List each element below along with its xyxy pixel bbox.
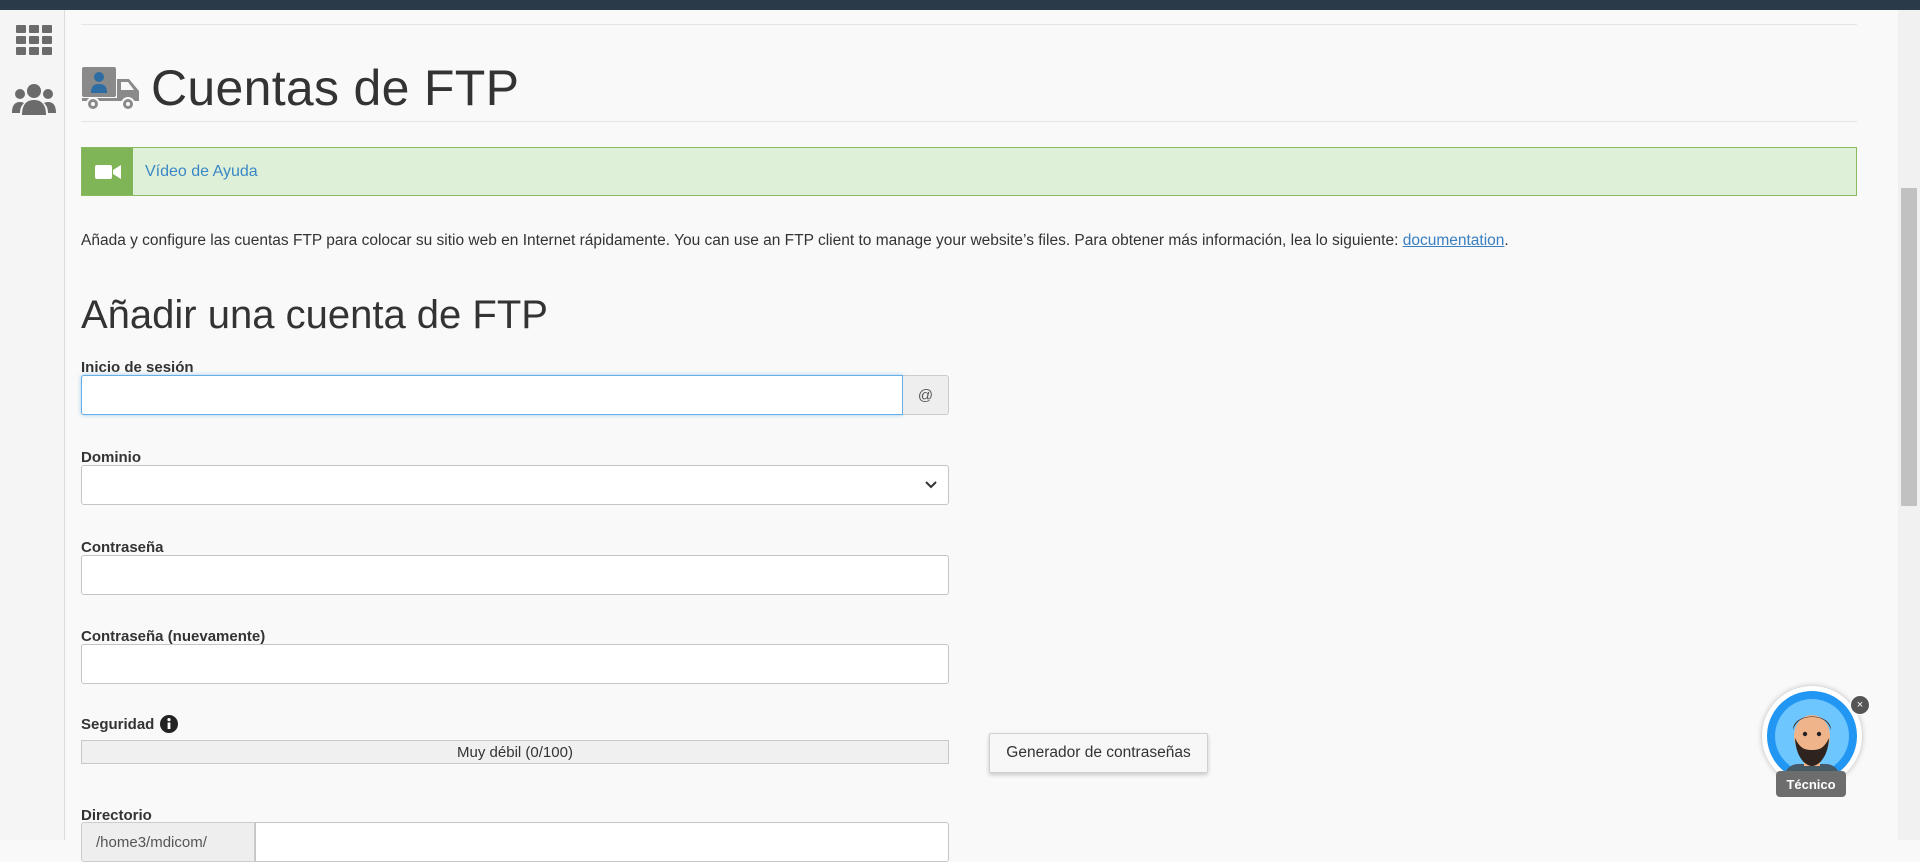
password-input[interactable] bbox=[81, 555, 949, 595]
directory-input[interactable] bbox=[255, 822, 949, 862]
intro-text: Añada y configure las cuentas FTP para c… bbox=[81, 232, 1509, 250]
password-strength-meter: Muy débil (0/100) bbox=[81, 740, 949, 764]
intro-body: Añada y configure las cuentas FTP para c… bbox=[81, 232, 1403, 249]
sidebar bbox=[0, 10, 65, 840]
grid-icon[interactable] bbox=[12, 20, 56, 60]
top-header-bar bbox=[0, 0, 1920, 10]
strength-text: Muy débil (0/100) bbox=[457, 743, 573, 761]
video-camera-icon bbox=[82, 148, 133, 195]
info-icon[interactable] bbox=[160, 715, 179, 733]
security-label: Seguridad bbox=[81, 715, 155, 733]
section-title: Añadir una cuenta de FTP bbox=[81, 293, 548, 337]
help-video-link[interactable]: Vídeo de Ayuda bbox=[145, 163, 258, 181]
page-title: Cuentas de FTP bbox=[151, 60, 520, 116]
directory-prefix: /home3/mdicom/ bbox=[81, 822, 255, 862]
divider bbox=[81, 121, 1857, 122]
chevron-down-icon bbox=[925, 481, 937, 489]
login-label: Inicio de sesión bbox=[81, 359, 194, 376]
password-generator-button[interactable]: Generador de contraseñas bbox=[989, 733, 1208, 773]
chat-widget-label: Técnico bbox=[1776, 771, 1846, 797]
scrollbar-thumb[interactable] bbox=[1901, 188, 1917, 506]
password-label: Contraseña bbox=[81, 539, 164, 556]
intro-trailing: . bbox=[1504, 232, 1509, 249]
security-label-row: Seguridad bbox=[81, 715, 179, 733]
documentation-link[interactable]: documentation bbox=[1403, 232, 1505, 249]
users-icon[interactable] bbox=[12, 79, 56, 119]
domain-select[interactable] bbox=[81, 465, 949, 505]
password-again-input[interactable] bbox=[81, 644, 949, 684]
divider bbox=[81, 24, 1857, 25]
chat-close-button[interactable]: × bbox=[1850, 695, 1870, 715]
page-header: Cuentas de FTP bbox=[81, 58, 519, 118]
at-addon: @ bbox=[903, 375, 949, 415]
domain-label: Dominio bbox=[81, 449, 141, 466]
ftp-truck-icon bbox=[82, 67, 139, 111]
password-again-label: Contraseña (nuevamente) bbox=[81, 628, 266, 645]
login-input[interactable] bbox=[81, 375, 903, 415]
help-video-banner[interactable]: Vídeo de Ayuda bbox=[81, 147, 1857, 196]
